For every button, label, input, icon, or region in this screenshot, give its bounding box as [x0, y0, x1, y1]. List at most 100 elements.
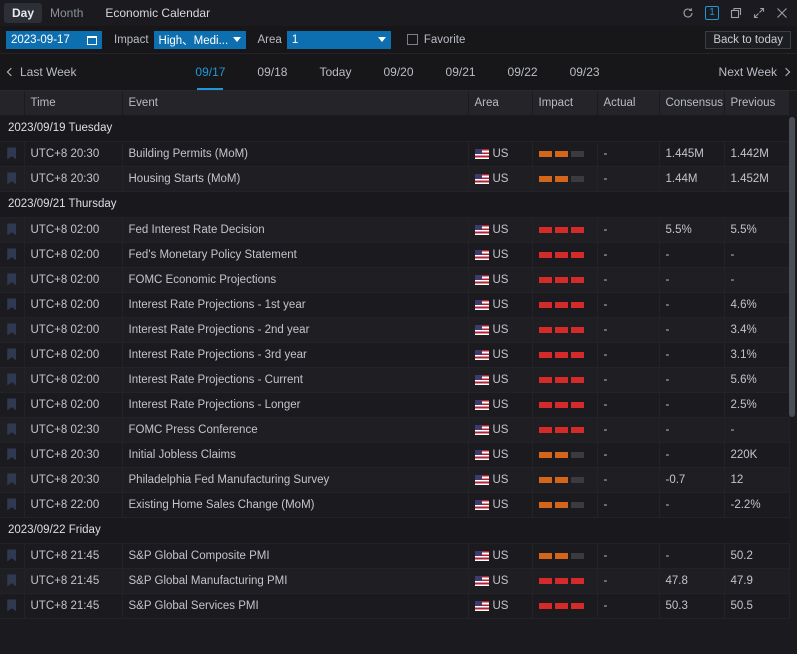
impact-indicator [538, 268, 591, 292]
cell-previous: 50.5 [724, 593, 790, 619]
date-picker[interactable]: 2023-09-17 [6, 30, 102, 49]
table-row[interactable]: UTC+8 20:30 Building Permits (MoM) US -1.44… [0, 141, 790, 167]
bookmark-icon[interactable] [7, 323, 17, 336]
column-header-time[interactable]: Time [24, 91, 123, 116]
impact-bar [554, 276, 568, 283]
column-header-impact[interactable]: Impact [532, 91, 598, 116]
day-tab-09-20[interactable]: 09/20 [367, 54, 429, 90]
table-row[interactable]: UTC+8 02:00 Interest Rate Projections - 2… [0, 317, 790, 343]
table-row[interactable]: UTC+8 02:00 Interest Rate Projections - 3… [0, 342, 790, 368]
bookmark-icon[interactable] [7, 574, 17, 587]
column-header-previous[interactable]: Previous [724, 91, 790, 116]
favorite-toggle-cell[interactable] [0, 242, 25, 268]
bookmark-icon[interactable] [7, 298, 17, 311]
us-flag-icon [474, 499, 489, 510]
vertical-scrollbar[interactable] [789, 91, 795, 642]
table-row[interactable]: UTC+8 21:45 S&P Global Services PMI US -50.… [0, 593, 790, 619]
favorite-toggle-cell[interactable] [0, 342, 25, 368]
favorite-toggle-cell[interactable] [0, 367, 25, 393]
bookmark-icon[interactable] [7, 549, 17, 562]
bookmark-icon[interactable] [7, 448, 17, 461]
expand-icon[interactable] [753, 7, 765, 19]
impact-select[interactable]: High、Medi... [153, 30, 246, 49]
favorite-toggle-cell[interactable] [0, 417, 25, 443]
bookmark-icon[interactable] [7, 373, 17, 386]
last-week-button[interactable]: Last Week [6, 65, 76, 79]
area-code-label: US [492, 599, 509, 612]
favorite-toggle-cell[interactable] [0, 166, 25, 192]
table-row[interactable]: UTC+8 21:45 S&P Global Manufacturing PMI U… [0, 568, 790, 594]
column-header-star[interactable] [0, 91, 25, 116]
table-row[interactable]: UTC+8 02:00 FOMC Economic Projections US - -… [0, 267, 790, 293]
day-tab-09-23[interactable]: 09/23 [554, 54, 616, 90]
table-row[interactable]: UTC+8 20:30 Housing Starts (MoM) US -1.44M 1… [0, 166, 790, 192]
day-tab-09-17[interactable]: 09/17 [179, 54, 241, 90]
bookmark-icon[interactable] [7, 398, 17, 411]
cell-previous: -2.2% [724, 492, 790, 518]
mode-tab-day[interactable]: Day [4, 3, 43, 23]
bookmark-icon[interactable] [7, 498, 17, 511]
table-row[interactable]: UTC+8 02:00 Fed Interest Rate Decision US -… [0, 217, 790, 243]
next-week-button[interactable]: Next Week [719, 65, 791, 79]
favorite-checkbox[interactable]: Favorite [406, 34, 465, 46]
table-row[interactable]: UTC+8 02:00 Interest Rate Projections - L… [0, 392, 790, 418]
cell-impact [532, 317, 598, 343]
favorite-toggle-cell[interactable] [0, 568, 25, 594]
cell-time: UTC+8 20:30 [24, 467, 123, 493]
favorite-toggle-cell[interactable] [0, 292, 25, 318]
day-tab-today[interactable]: Today [303, 54, 367, 90]
impact-bar [570, 501, 584, 508]
column-header-area[interactable]: Area [468, 91, 533, 116]
favorite-toggle-cell[interactable] [0, 543, 25, 569]
column-header-event[interactable]: Event [122, 91, 469, 116]
window-count-badge[interactable]: 1 [705, 6, 719, 20]
bookmark-icon[interactable] [7, 223, 17, 236]
bookmark-icon[interactable] [7, 423, 17, 436]
favorite-toggle-cell[interactable] [0, 217, 25, 243]
day-tab-09-18[interactable]: 09/18 [241, 54, 303, 90]
column-header-actual[interactable]: Actual [597, 91, 660, 116]
date-value: 2023-09-17 [11, 33, 70, 46]
column-header-consensus[interactable]: Consensus [659, 91, 725, 116]
cell-consensus: - [659, 492, 725, 518]
cell-impact [532, 417, 598, 443]
table-row[interactable]: UTC+8 20:30 Initial Jobless Claims US - -220… [0, 442, 790, 468]
area-select[interactable]: 1 [286, 30, 391, 49]
bookmark-icon[interactable] [7, 273, 17, 286]
favorite-toggle-cell[interactable] [0, 442, 25, 468]
close-icon[interactable] [776, 7, 788, 19]
table-row[interactable]: UTC+8 21:45 S&P Global Composite PMI US - -5… [0, 543, 790, 569]
bookmark-icon[interactable] [7, 172, 17, 185]
day-tab-09-22[interactable]: 09/22 [492, 54, 554, 90]
restore-icon[interactable] [730, 7, 742, 19]
table-row[interactable]: UTC+8 02:00 Fed's Monetary Policy Stateme… [0, 242, 790, 268]
favorite-toggle-cell[interactable] [0, 593, 25, 619]
table-row[interactable]: UTC+8 02:00 Interest Rate Projections - C… [0, 367, 790, 393]
bookmark-icon[interactable] [7, 348, 17, 361]
bookmark-icon[interactable] [7, 599, 17, 612]
cell-actual: - [597, 141, 660, 167]
back-to-today-button[interactable]: Back to today [705, 30, 791, 49]
table-row[interactable]: UTC+8 02:00 Interest Rate Projections - 1… [0, 292, 790, 318]
table-row[interactable]: UTC+8 02:30 FOMC Press Conference US - - - [0, 417, 790, 443]
calendar-table-container: Time Event Area Impact Actual Consensus … [0, 91, 797, 642]
favorite-toggle-cell[interactable] [0, 267, 25, 293]
refresh-icon[interactable] [682, 7, 694, 19]
favorite-toggle-cell[interactable] [0, 141, 25, 167]
table-row[interactable]: UTC+8 20:30 Philadelphia Fed Manufacturin… [0, 467, 790, 493]
impact-indicator [538, 393, 591, 417]
bookmark-icon[interactable] [7, 473, 17, 486]
impact-bar [570, 376, 584, 383]
day-tab-09-21[interactable]: 09/21 [430, 54, 492, 90]
favorite-toggle-cell[interactable] [0, 392, 25, 418]
bookmark-icon[interactable] [7, 147, 17, 160]
scrollbar-thumb[interactable] [789, 117, 795, 417]
favorite-toggle-cell[interactable] [0, 467, 25, 493]
cell-impact [532, 217, 598, 243]
mode-tab-month[interactable]: Month [42, 3, 91, 23]
bookmark-icon[interactable] [7, 248, 17, 261]
impact-bar [554, 501, 568, 508]
favorite-toggle-cell[interactable] [0, 317, 25, 343]
table-row[interactable]: UTC+8 22:00 Existing Home Sales Change (M… [0, 492, 790, 518]
favorite-toggle-cell[interactable] [0, 492, 25, 518]
